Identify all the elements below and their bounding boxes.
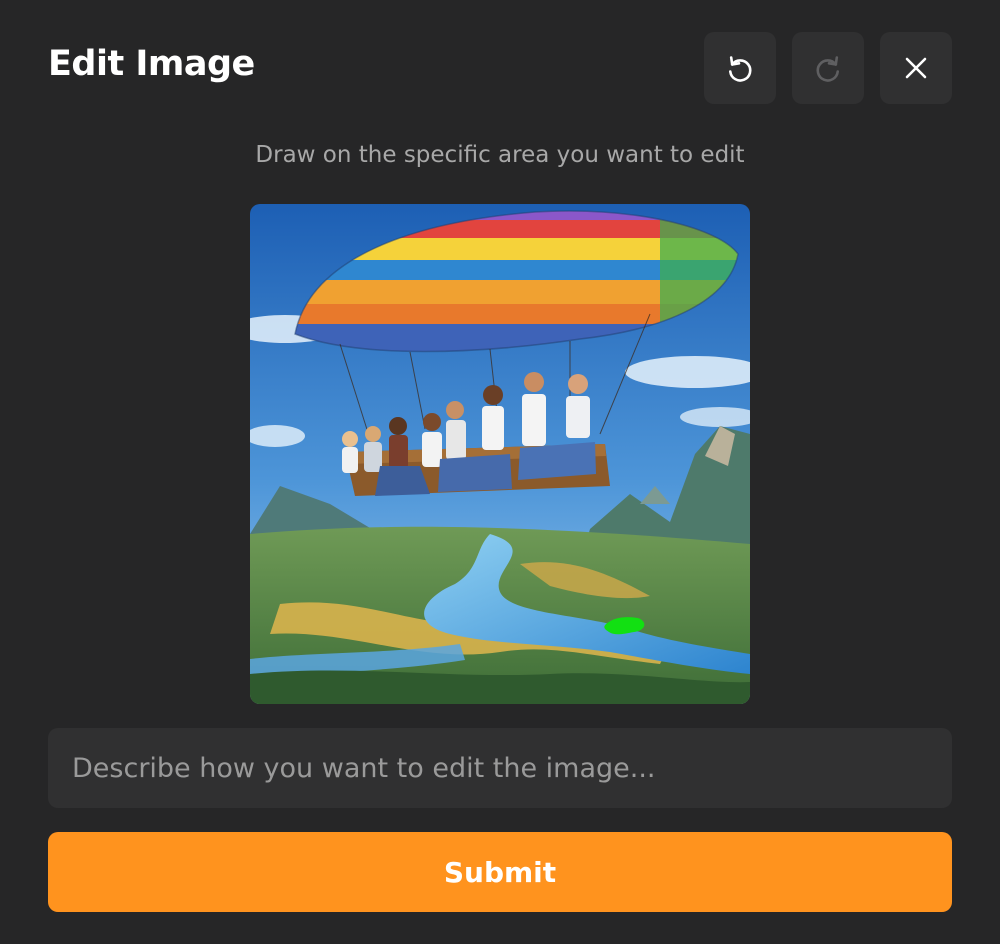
submit-label: Submit: [443, 855, 557, 889]
close-button[interactable]: [880, 32, 952, 104]
draw-instruction: Draw on the specific area you want to ed…: [255, 142, 745, 168]
redo-button[interactable]: [792, 32, 864, 104]
undo-icon: [729, 56, 752, 82]
close-icon: [905, 57, 927, 79]
undo-button[interactable]: [704, 32, 776, 104]
redo-icon: [816, 56, 839, 82]
source-image: [250, 204, 750, 704]
edit-image-dialog: Edit Image Draw on the specific area you…: [0, 0, 1000, 944]
edit-description-input[interactable]: [48, 728, 952, 808]
dialog-title: Edit Image: [48, 44, 255, 84]
submit-button[interactable]: Submit: [48, 832, 952, 912]
image-edit-canvas[interactable]: [250, 204, 750, 704]
